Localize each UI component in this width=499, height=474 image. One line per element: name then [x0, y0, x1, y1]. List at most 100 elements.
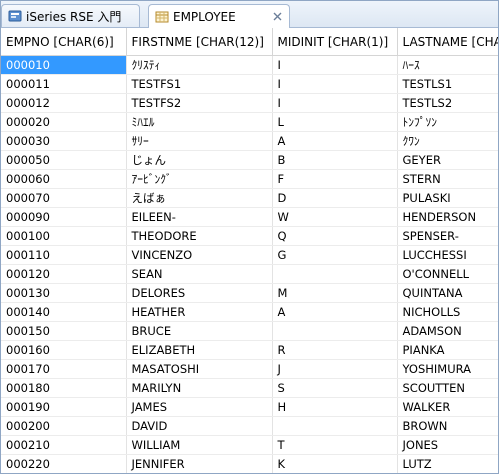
cell-firstnme[interactable]: ELIZABETH — [126, 340, 273, 360]
cell-firstnme[interactable]: DELORES — [126, 283, 273, 303]
cell-empno[interactable]: 000200 — [1, 416, 127, 436]
cell-midinit[interactable]: I — [272, 93, 398, 113]
cell-firstnme[interactable]: ｻﾘｰ — [126, 131, 273, 151]
cell-firstnme[interactable]: VINCENZO — [126, 245, 273, 265]
cell-lastname[interactable]: HENDERSON — [397, 207, 498, 227]
table-row[interactable]: 000110 VINCENZO G LUCCHESSI — [1, 245, 498, 265]
cell-lastname[interactable]: LUCCHESSI — [397, 245, 498, 265]
table-row[interactable]: 000011 TESTFS1 I TESTLS1 — [1, 74, 498, 94]
cell-midinit[interactable]: I — [272, 74, 398, 94]
cell-empno[interactable]: 000180 — [1, 378, 127, 398]
table-row[interactable]: 000150 BRUCE ADAMSON — [1, 321, 498, 341]
cell-lastname[interactable]: O'CONNELL — [397, 264, 498, 284]
cell-firstnme[interactable]: THEODORE — [126, 226, 273, 246]
cell-lastname[interactable]: LUTZ — [397, 454, 498, 473]
cell-empno[interactable]: 000140 — [1, 302, 127, 322]
cell-empno[interactable]: 000060 — [1, 169, 127, 189]
cell-empno[interactable]: 000150 — [1, 321, 127, 341]
column-header-midinit[interactable]: MIDINIT [CHAR(1)] — [272, 28, 398, 56]
cell-empno[interactable]: 000160 — [1, 340, 127, 360]
cell-empno[interactable]: 000110 — [1, 245, 127, 265]
table-row[interactable]: 000010 ｸﾘｽﾃｨ I ﾊｰｽ — [1, 55, 498, 75]
cell-lastname[interactable]: ADAMSON — [397, 321, 498, 341]
cell-midinit[interactable]: J — [272, 359, 398, 379]
table-row[interactable]: 000130 DELORES M QUINTANA — [1, 283, 498, 303]
cell-midinit[interactable] — [272, 416, 398, 436]
table-row[interactable]: 000012 TESTFS2 I TESTLS2 — [1, 93, 498, 113]
cell-midinit[interactable]: G — [272, 245, 398, 265]
cell-empno[interactable]: 000220 — [1, 454, 127, 473]
cell-lastname[interactable]: ﾄﾝﾌﾟｿﾝ — [397, 112, 498, 132]
cell-lastname[interactable]: QUINTANA — [397, 283, 498, 303]
cell-firstnme[interactable]: EILEEN- — [126, 207, 273, 227]
cell-empno[interactable]: 000190 — [1, 397, 127, 417]
cell-firstnme[interactable]: ｱｰﾋﾞﾝｸﾞ — [126, 169, 273, 189]
cell-firstnme[interactable]: WILLIAM — [126, 435, 273, 455]
cell-midinit[interactable]: T — [272, 435, 398, 455]
cell-midinit[interactable] — [272, 264, 398, 284]
table-row[interactable]: 000060 ｱｰﾋﾞﾝｸﾞ F STERN — [1, 169, 498, 189]
cell-midinit[interactable]: K — [272, 454, 398, 473]
cell-lastname[interactable]: WALKER — [397, 397, 498, 417]
cell-empno[interactable]: 000012 — [1, 93, 127, 113]
cell-midinit[interactable]: S — [272, 378, 398, 398]
cell-midinit[interactable] — [272, 321, 398, 341]
table-row[interactable]: 000050 じょん B GEYER — [1, 150, 498, 170]
table-row[interactable]: 000180 MARILYN S SCOUTTEN — [1, 378, 498, 398]
cell-lastname[interactable]: STERN — [397, 169, 498, 189]
cell-lastname[interactable]: ｸﾜﾝ — [397, 131, 498, 151]
cell-firstnme[interactable]: TESTFS2 — [126, 93, 273, 113]
cell-midinit[interactable]: A — [272, 131, 398, 151]
cell-firstnme[interactable]: BRUCE — [126, 321, 273, 341]
cell-lastname[interactable]: SPENSER- — [397, 226, 498, 246]
cell-firstnme[interactable]: HEATHER — [126, 302, 273, 322]
cell-lastname[interactable]: NICHOLLS — [397, 302, 498, 322]
cell-firstnme[interactable]: TESTFS1 — [126, 74, 273, 94]
cell-lastname[interactable]: ﾊｰｽ — [397, 55, 498, 75]
cell-lastname[interactable]: SCOUTTEN — [397, 378, 498, 398]
cell-empno[interactable]: 000050 — [1, 150, 127, 170]
cell-firstnme[interactable]: ｸﾘｽﾃｨ — [126, 55, 273, 75]
table-row[interactable]: 000120 SEAN O'CONNELL — [1, 264, 498, 284]
cell-lastname[interactable]: GEYER — [397, 150, 498, 170]
column-header-empno[interactable]: EMPNO [CHAR(6)] — [1, 28, 127, 56]
table-row[interactable]: 000030 ｻﾘｰ A ｸﾜﾝ — [1, 131, 498, 151]
cell-firstnme[interactable]: えばぁ — [126, 188, 273, 208]
table-row[interactable]: 000070 えばぁ D PULASKI — [1, 188, 498, 208]
cell-empno[interactable]: 000100 — [1, 226, 127, 246]
cell-empno[interactable]: 000120 — [1, 264, 127, 284]
cell-midinit[interactable]: W — [272, 207, 398, 227]
cell-midinit[interactable]: B — [272, 150, 398, 170]
tab-employee[interactable]: EMPLOYEE — [148, 4, 290, 28]
cell-midinit[interactable]: F — [272, 169, 398, 189]
cell-empno[interactable]: 000130 — [1, 283, 127, 303]
table-row[interactable]: 000020 ﾐﾊｴﾙ L ﾄﾝﾌﾟｿﾝ — [1, 112, 498, 132]
cell-midinit[interactable]: L — [272, 112, 398, 132]
table-row[interactable]: 000160 ELIZABETH R PIANKA — [1, 340, 498, 360]
cell-midinit[interactable]: I — [272, 55, 398, 75]
table-row[interactable]: 000200 DAVID BROWN — [1, 416, 498, 436]
table-row[interactable]: 000190 JAMES H WALKER — [1, 397, 498, 417]
cell-empno[interactable]: 000011 — [1, 74, 127, 94]
cell-midinit[interactable]: R — [272, 340, 398, 360]
table-row[interactable]: 000220 JENNIFER K LUTZ — [1, 454, 498, 473]
cell-firstnme[interactable]: JAMES — [126, 397, 273, 417]
data-grid[interactable]: EMPNO [CHAR(6)] FIRSTNME [CHAR(12)] MIDI… — [1, 28, 498, 473]
cell-midinit[interactable]: H — [272, 397, 398, 417]
cell-midinit[interactable]: M — [272, 283, 398, 303]
cell-firstnme[interactable]: SEAN — [126, 264, 273, 284]
table-row[interactable]: 000210 WILLIAM T JONES — [1, 435, 498, 455]
cell-empno[interactable]: 000170 — [1, 359, 127, 379]
cell-empno[interactable]: 000020 — [1, 112, 127, 132]
cell-firstnme[interactable]: じょん — [126, 150, 273, 170]
cell-midinit[interactable]: A — [272, 302, 398, 322]
tab-iseries-rse[interactable]: iSeries RSE 入門 — [1, 4, 140, 27]
cell-firstnme[interactable]: ﾐﾊｴﾙ — [126, 112, 273, 132]
cell-lastname[interactable]: JONES — [397, 435, 498, 455]
cell-midinit[interactable]: D — [272, 188, 398, 208]
table-row[interactable]: 000140 HEATHER A NICHOLLS — [1, 302, 498, 322]
cell-lastname[interactable]: PIANKA — [397, 340, 498, 360]
cell-lastname[interactable]: BROWN — [397, 416, 498, 436]
cell-lastname[interactable]: PULASKI — [397, 188, 498, 208]
cell-firstnme[interactable]: JENNIFER — [126, 454, 273, 473]
